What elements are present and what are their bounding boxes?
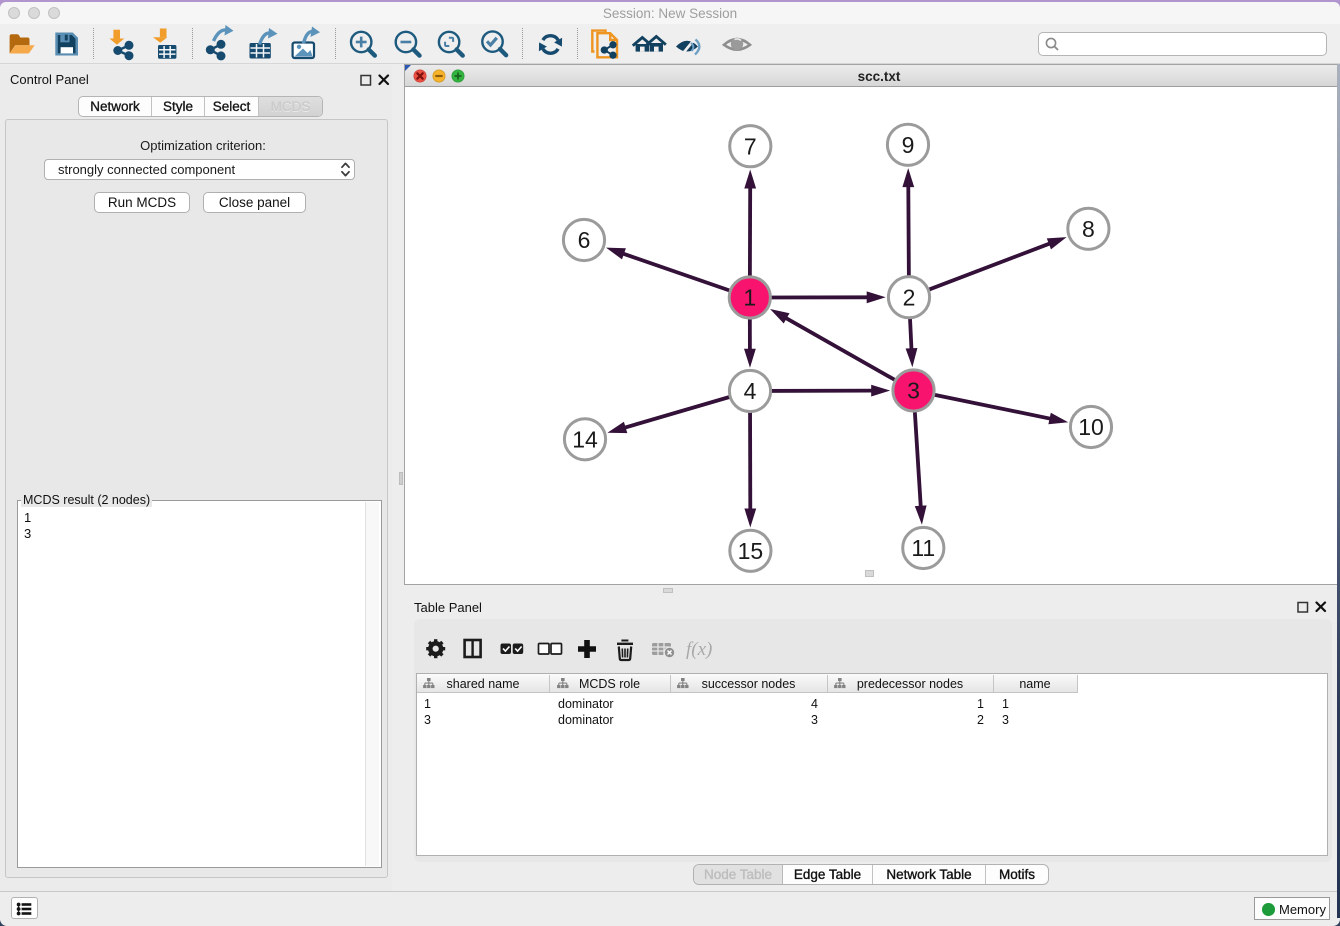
svg-text:11: 11 <box>911 535 935 561</box>
svg-text:6: 6 <box>578 227 591 253</box>
svg-text:8: 8 <box>1082 216 1095 242</box>
svg-text:14: 14 <box>572 426 598 452</box>
svg-text:7: 7 <box>744 133 757 159</box>
svg-text:2: 2 <box>903 284 916 310</box>
svg-text:f(x): f(x) <box>686 639 712 660</box>
svg-text:9: 9 <box>902 132 915 158</box>
svg-text:10: 10 <box>1078 414 1104 440</box>
svg-text:15: 15 <box>738 538 764 564</box>
svg-text:4: 4 <box>744 378 757 404</box>
svg-text:3: 3 <box>907 378 920 404</box>
svg-text:1: 1 <box>743 285 756 311</box>
